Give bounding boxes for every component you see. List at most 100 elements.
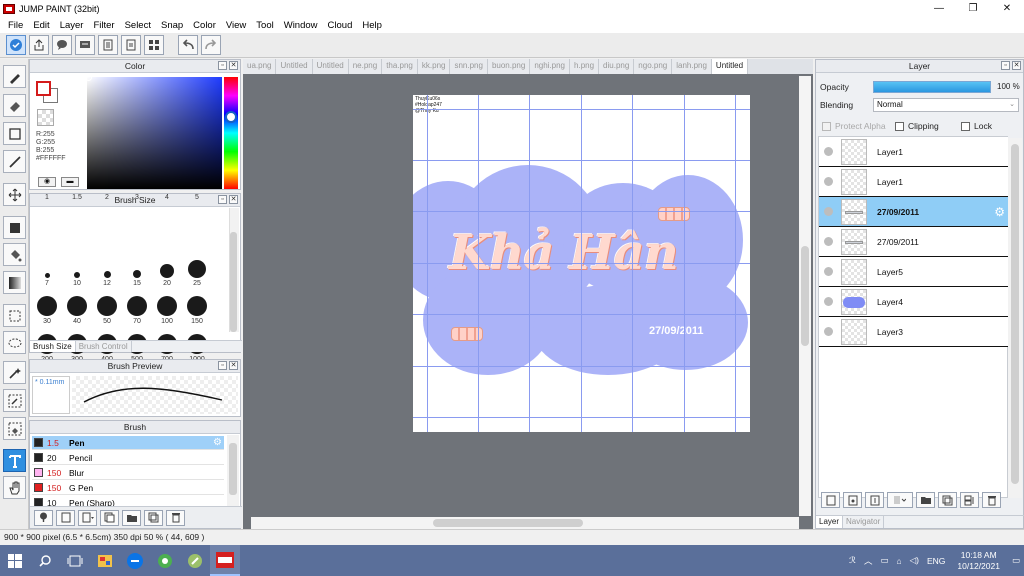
share-button[interactable] (29, 35, 49, 55)
canvas-horizontal-scrollbar[interactable] (251, 517, 799, 529)
transparent-color-swatch[interactable] (37, 109, 54, 126)
brush-size-option[interactable]: 20 (152, 249, 182, 287)
brush-size-option[interactable]: 150 (182, 287, 212, 325)
canvas-vertical-scrollbar[interactable] (799, 76, 811, 516)
file-tab[interactable]: diu.png (599, 59, 635, 74)
brush-size-option[interactable]: 100 (152, 287, 182, 325)
menu-cloud[interactable]: Cloud (323, 20, 358, 31)
tab-layer[interactable]: Layer (816, 516, 844, 528)
file-tab[interactable]: Untitled (276, 59, 313, 74)
taskbar-app-paint[interactable] (90, 545, 120, 576)
brush-list-scrollbar[interactable] (227, 435, 239, 507)
opacity-slider[interactable] (873, 81, 991, 93)
brush-menu-button[interactable] (78, 509, 97, 526)
new-layer-8bit-button[interactable] (843, 492, 862, 508)
brush-item[interactable]: 150 G Pen (32, 481, 224, 495)
panel-undock-button[interactable]: ▫ (1001, 61, 1010, 70)
gradient-tool[interactable] (3, 271, 26, 294)
layer-row[interactable]: 27/09/2011 (819, 227, 1008, 257)
new-layer-button[interactable] (821, 492, 840, 508)
brush-size-option[interactable]: 1 (32, 187, 62, 201)
layer-visibility-toggle[interactable] (824, 297, 833, 306)
lasso-tool[interactable] (3, 331, 26, 354)
layers-scrollbar[interactable] (1008, 138, 1022, 498)
tab-brush-control[interactable]: Brush Control (76, 341, 132, 352)
menu-help[interactable]: Help (357, 20, 387, 31)
layer-row[interactable]: Layer4 (819, 287, 1008, 317)
text-tool[interactable] (3, 449, 26, 472)
menu-window[interactable]: Window (279, 20, 323, 31)
maximize-button[interactable]: ❐ (956, 0, 990, 17)
hue-slider[interactable] (224, 77, 238, 189)
brush-size-option[interactable]: 12 (92, 249, 122, 287)
taskbar-app-zalo[interactable] (120, 545, 150, 576)
taskbar-app-jump-paint[interactable] (210, 545, 240, 576)
rectangle-tool[interactable] (3, 122, 26, 145)
brush-size-option[interactable]: 4 (152, 187, 182, 201)
layer-visibility-toggle[interactable] (824, 177, 833, 186)
duplicate-brush-button[interactable] (144, 509, 163, 526)
brush-size-option[interactable]: 2 (92, 187, 122, 201)
saturation-value-picker[interactable] (87, 77, 222, 189)
file-tab[interactable]: h.png (570, 59, 600, 74)
panel-close-button[interactable]: ✕ (229, 195, 238, 204)
brush-item[interactable]: 150 Blur (32, 466, 224, 480)
file-tab[interactable]: ngo.png (634, 59, 673, 74)
panel-close-button[interactable]: ✕ (1012, 61, 1021, 70)
brush-item[interactable]: 20 Pencil (32, 451, 224, 465)
brush-folder-button[interactable] (122, 509, 141, 526)
brush-size-option[interactable]: 15 (122, 249, 152, 287)
volume-icon[interactable]: ◁) (906, 555, 923, 566)
new-brush-button[interactable] (56, 509, 75, 526)
select-eraser-tool[interactable] (3, 417, 26, 440)
gear-icon[interactable]: ⚙ (994, 205, 1005, 219)
drawing-canvas[interactable]: ThuyKu06s #Holdap247 @Thuy Ku Khả Hân 27… (413, 95, 750, 432)
fill-rect-tool[interactable] (3, 216, 26, 239)
brush-tool[interactable] (3, 65, 26, 88)
brush-size-option[interactable]: 50 (92, 287, 122, 325)
task-view-button[interactable] (60, 545, 90, 576)
start-button[interactable] (0, 545, 30, 576)
brush-size-option[interactable]: 3 (122, 187, 152, 201)
brush-size-option[interactable]: 10 (62, 249, 92, 287)
search-button[interactable] (30, 545, 60, 576)
brush-size-option[interactable]: 7 (32, 249, 62, 287)
eyedropper-button[interactable]: ◉ (38, 177, 56, 187)
brush-size-scrollbar[interactable] (229, 208, 239, 332)
people-icon[interactable]: ℛ (845, 555, 860, 566)
layer-type-dropdown[interactable] (887, 492, 913, 508)
panel-undock-button[interactable]: ▫ (218, 361, 227, 370)
layer-visibility-toggle[interactable] (824, 207, 833, 216)
brush-size-option[interactable]: 5 (182, 187, 212, 201)
layer-visibility-toggle[interactable] (824, 147, 833, 156)
file-tab[interactable]: tha.png (382, 59, 418, 74)
delete-brush-button[interactable] (166, 509, 185, 526)
scrollbar-thumb[interactable] (229, 443, 237, 495)
layer-folder-button[interactable] (916, 492, 935, 508)
copy-brush-button[interactable] (100, 509, 119, 526)
panel-undock-button[interactable]: ▫ (218, 195, 227, 204)
chevron-up-icon[interactable]: ︿ (860, 555, 877, 567)
undo-button[interactable] (178, 35, 198, 55)
file-tab[interactable]: snn.png (450, 59, 488, 74)
panel-close-button[interactable]: ✕ (229, 61, 238, 70)
layer-row[interactable]: Layer1 (819, 137, 1008, 167)
lock-checkbox[interactable] (961, 121, 970, 131)
line-tool[interactable] (3, 150, 26, 173)
brush-size-option[interactable]: 1.5 (62, 187, 92, 201)
file-tab[interactable]: buon.png (487, 59, 531, 74)
comment-button[interactable] (52, 35, 72, 55)
minimize-button[interactable]: — (922, 0, 956, 17)
clipping-checkbox[interactable] (895, 121, 904, 131)
layout-button[interactable] (144, 35, 164, 55)
file-tab[interactable]: lanh.png (672, 59, 712, 74)
duplicate-layer-button[interactable] (938, 492, 957, 508)
color-mode-button[interactable]: ▬ (61, 177, 79, 187)
clock[interactable]: 10:18 AM 10/12/2021 (949, 550, 1008, 572)
menu-tool[interactable]: Tool (251, 20, 278, 31)
file-tab[interactable]: Untitled (312, 59, 349, 74)
merge-layer-button[interactable] (960, 492, 979, 508)
close-button[interactable]: ✕ (990, 0, 1024, 17)
file-tab[interactable]: Untitled (711, 59, 749, 74)
menu-view[interactable]: View (221, 20, 251, 31)
